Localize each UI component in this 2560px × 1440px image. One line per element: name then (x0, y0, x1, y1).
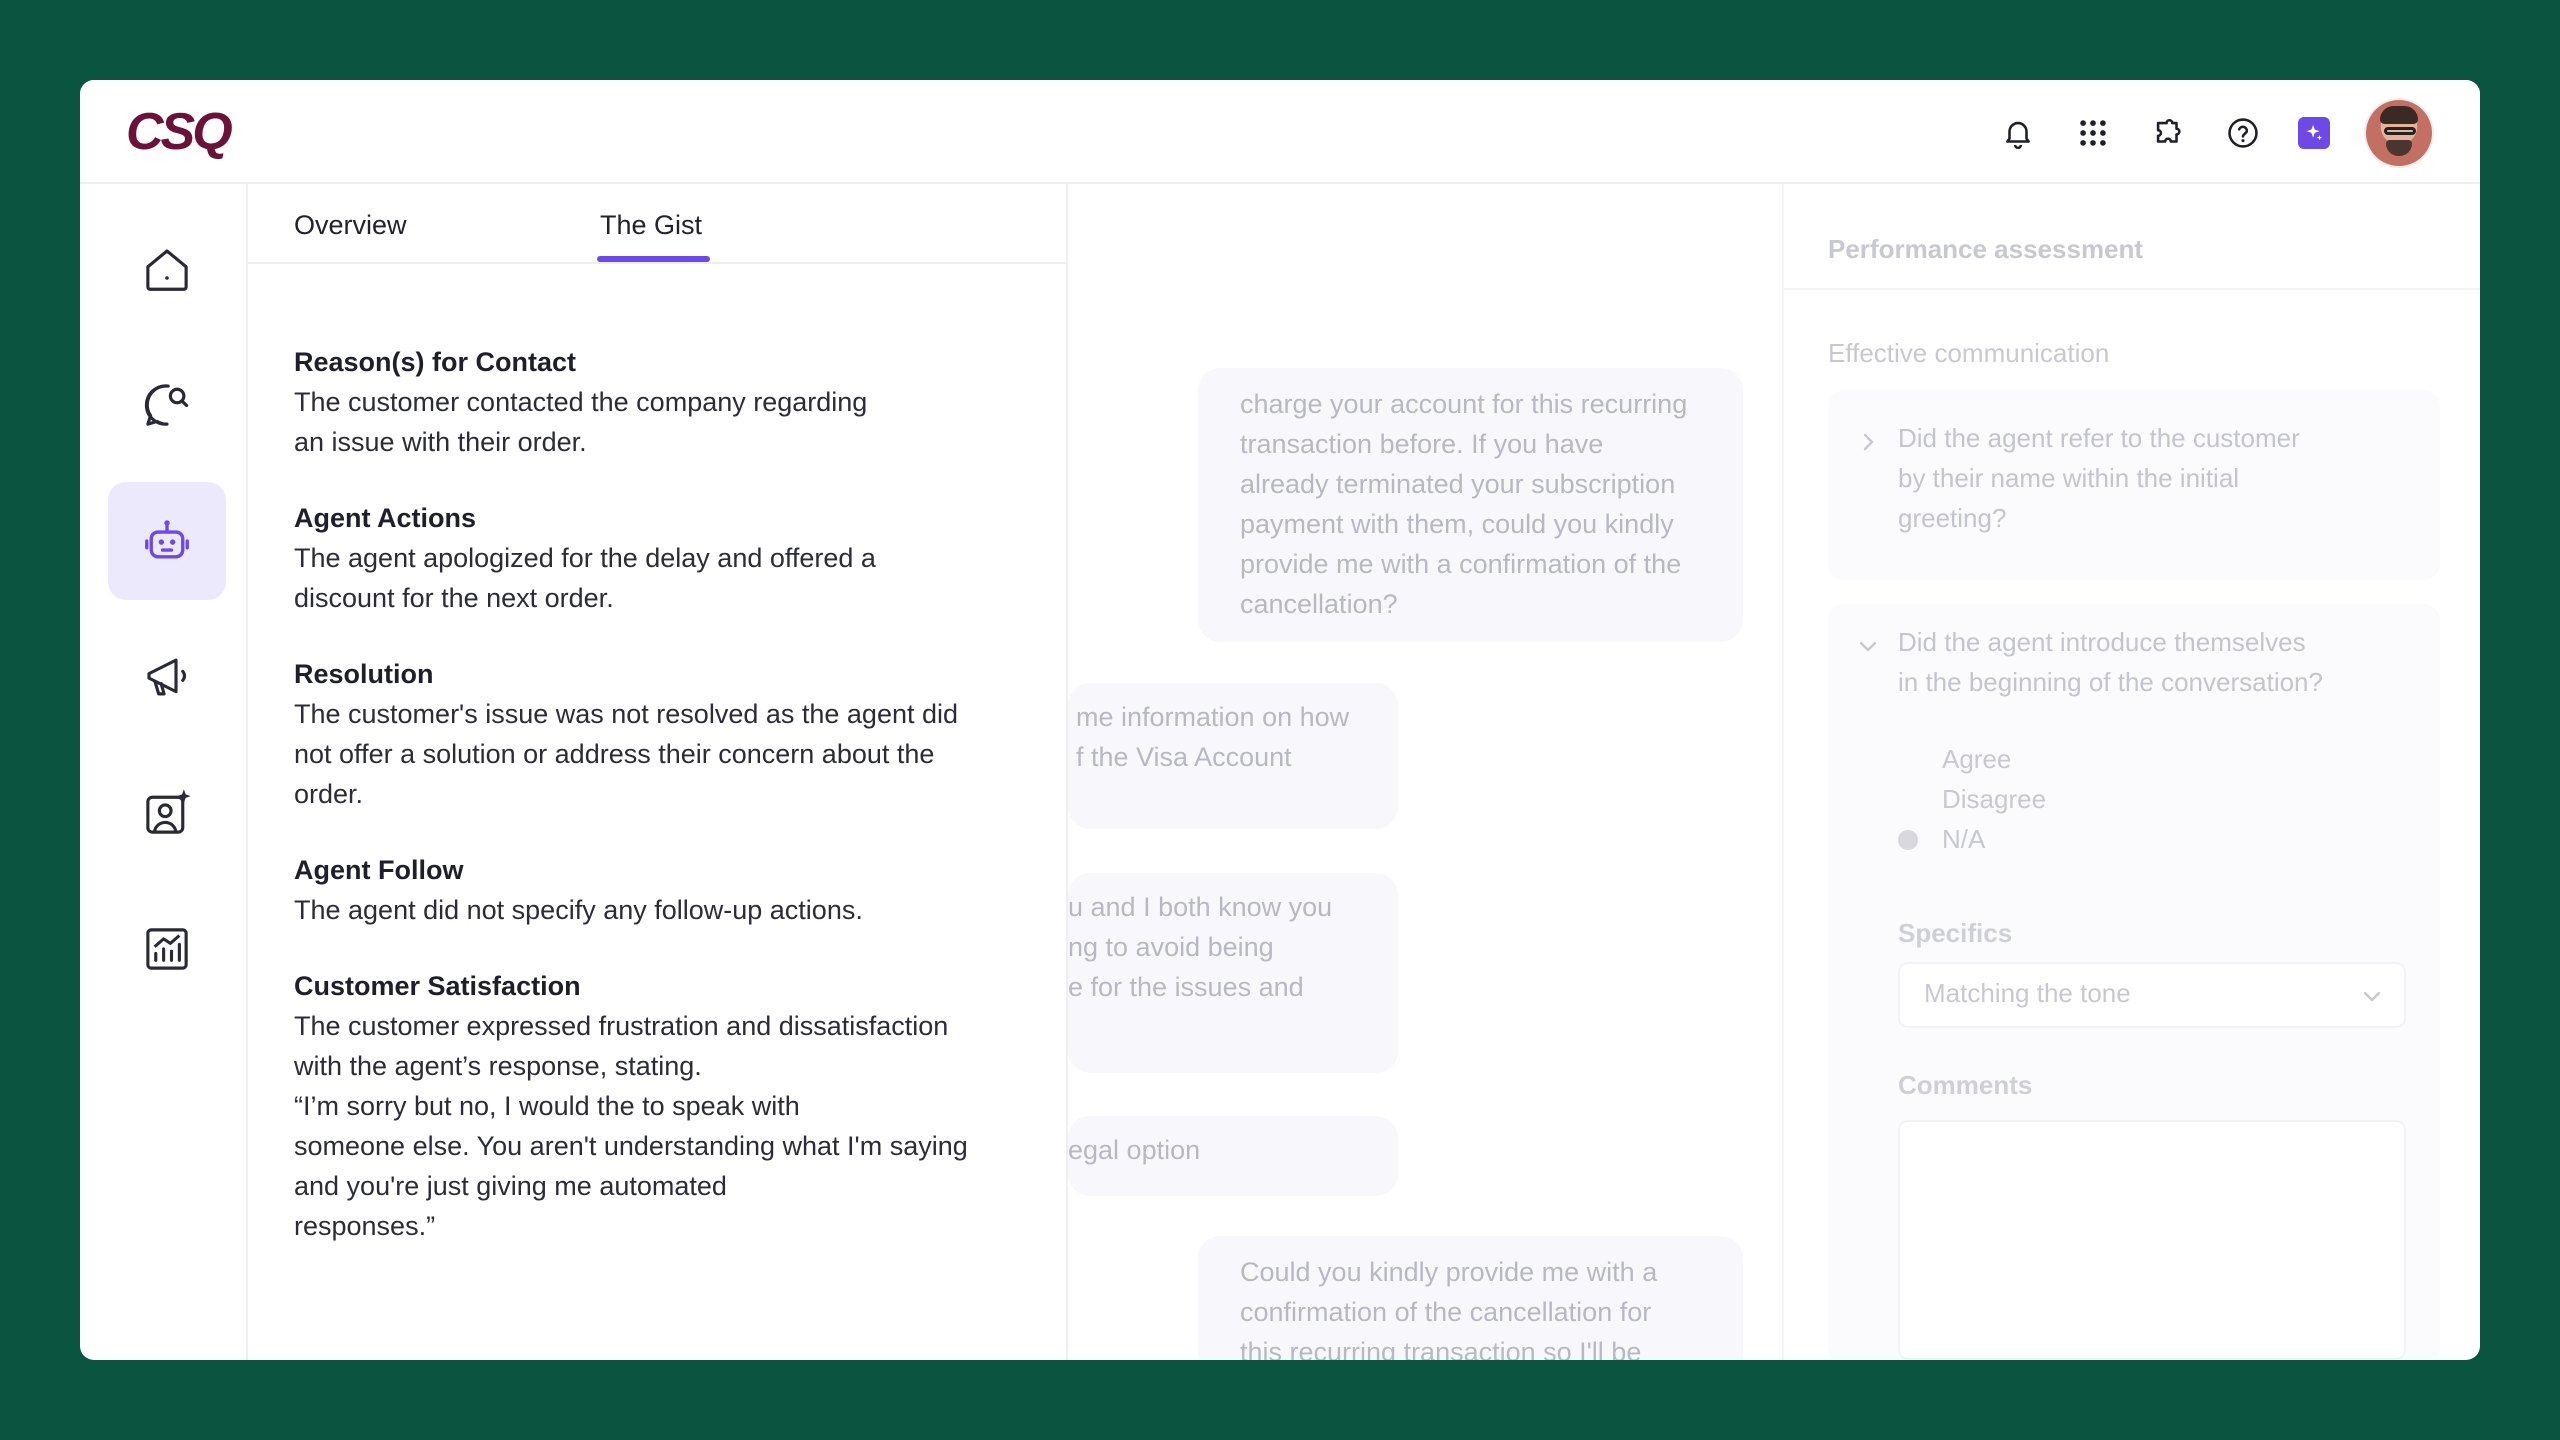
section-resolution: Resolution The customer's issue was not … (294, 654, 1034, 814)
comments-input[interactable] (1898, 1120, 2406, 1360)
sidebar-item-coaching[interactable] (108, 754, 226, 872)
question-card[interactable]: Did the agent introduce themselves in th… (1828, 604, 2440, 1360)
section-title: Agent Actions (294, 503, 476, 533)
section-agent-follow: Agent Follow The agent did not specify a… (294, 850, 1034, 930)
bell-icon[interactable] (1998, 113, 2038, 153)
tab-the-gist[interactable]: The Gist (600, 210, 702, 241)
avatar[interactable] (2366, 100, 2432, 166)
chat-bubble: egal option (1068, 1116, 1398, 1196)
specifics-label: Specifics (1898, 918, 2013, 948)
section-title: Reason(s) for Contact (294, 347, 577, 377)
question-text: Did the agent introduce themselves in th… (1898, 627, 2323, 697)
robot-icon (145, 520, 189, 559)
tab-bar: Overview The Gist (248, 184, 1066, 264)
sidebar-item-home[interactable] (108, 210, 226, 328)
option-na[interactable]: N/A (1942, 824, 1985, 855)
performance-title: Performance assessment (1828, 234, 2144, 264)
section-agent-actions: Agent Actions The agent apologized for t… (294, 498, 1034, 618)
top-bar: CSQ (80, 80, 2480, 184)
question-card[interactable]: Did the agent refer to the customer by t… (1828, 390, 2440, 580)
sidebar-item-ai-agent[interactable] (108, 482, 226, 600)
megaphone-icon (147, 658, 186, 696)
app-window: charge your account for this recurring t… (80, 80, 2480, 1360)
help-icon[interactable] (2223, 113, 2263, 153)
section-title: Agent Follow (294, 855, 464, 885)
section-customer-satisfaction: Customer Satisfaction The customer expre… (294, 966, 1034, 1246)
sidebar-item-conversations[interactable] (108, 346, 226, 464)
option-disagree[interactable]: Disagree (1942, 784, 2046, 815)
logo[interactable]: CSQ (126, 106, 233, 158)
gist-panel: Overview The Gist Reason(s) for Contact … (248, 184, 1068, 1360)
chat-bubble: charge your account for this recurring t… (1198, 368, 1743, 642)
option-agree[interactable]: Agree (1942, 744, 2011, 775)
puzzle-icon[interactable] (2148, 113, 2188, 153)
home-icon (146, 249, 188, 291)
chat-bubble: Could you kindly provide me with a confi… (1198, 1236, 1743, 1360)
chat-bubble: me information on how f the Visa Account (1068, 683, 1398, 829)
section-title: Customer Satisfaction (294, 971, 581, 1001)
active-tab-indicator (597, 256, 710, 262)
user-sparkle-icon (146, 789, 191, 834)
sparkle-icon[interactable] (2298, 117, 2330, 149)
section-body: The agent apologized for the delay and o… (294, 543, 876, 613)
section-body: The customer's issue was not resolved as… (294, 699, 959, 809)
chat-search-icon (144, 384, 189, 426)
chevron-down-icon[interactable] (1856, 634, 1880, 658)
section-body: The customer contacted the company regar… (294, 387, 868, 457)
section-body: The customer expressed frustration and d… (294, 1011, 968, 1241)
chevron-right-icon[interactable] (1856, 430, 1880, 454)
section-body: The agent did not specify any follow-up … (294, 895, 863, 925)
section-reason-for-contact: Reason(s) for Contact The customer conta… (294, 342, 1034, 462)
sidebar-item-reports[interactable] (108, 890, 226, 1008)
comments-label: Comments (1898, 1070, 2033, 1100)
tab-overview[interactable]: Overview (294, 210, 407, 241)
chevron-down-icon (2363, 991, 2381, 1002)
apps-grid-icon[interactable] (2073, 113, 2113, 153)
sidebar (80, 184, 248, 1360)
gist-sections: Reason(s) for Contact The customer conta… (294, 342, 1034, 1282)
radio-selected[interactable] (1898, 830, 1918, 850)
specifics-select[interactable]: Matching the tone (1898, 962, 2406, 1028)
question-text: Did the agent refer to the customer by t… (1898, 423, 2300, 533)
fade-overlay (248, 1334, 1066, 1360)
top-actions (1963, 100, 2432, 166)
specifics-value: Matching the tone (1924, 978, 2131, 1008)
divider (1784, 288, 2480, 290)
chart-icon (146, 928, 188, 970)
sidebar-item-campaigns[interactable] (108, 618, 226, 736)
section-title: Resolution (294, 659, 434, 689)
performance-panel: Performance assessment Effective communi… (1782, 184, 2480, 1360)
chat-bubble: u and I both know you ng to avoid being … (1068, 873, 1398, 1073)
category-label: Effective communication (1828, 338, 2110, 368)
